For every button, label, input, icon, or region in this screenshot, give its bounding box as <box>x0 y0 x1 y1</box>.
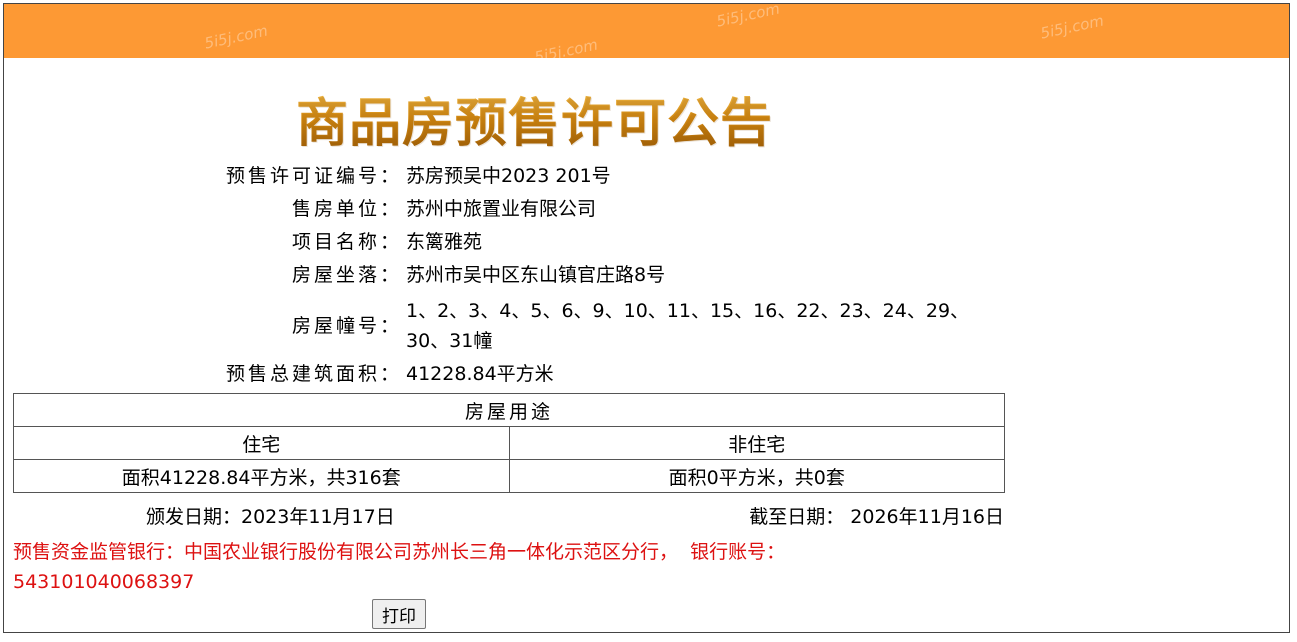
usage-table: 房屋用途 住宅 非住宅 面积41228.84平方米，共316套 面积0平方米，共… <box>13 393 1005 493</box>
watermark: 5i5j.com <box>202 21 270 53</box>
expire-date: 截至日期： 2026年11月16日 <box>749 506 1004 528</box>
bank-account: 543101040068397 <box>13 571 195 593</box>
issue-date: 颁发日期：2023年11月17日 <box>146 506 395 528</box>
column-residential: 住宅 <box>13 426 510 460</box>
buildings-label: 房屋幢号： <box>291 315 402 337</box>
buildings-row: 房屋幢号： 1、2、3、4、5、6、9、10、11、15、16、22、23、24… <box>4 296 1004 356</box>
bank-account-label: 银行账号： <box>678 541 786 563</box>
bank-info: 预售资金监管银行：中国农业银行股份有限公司苏州长三角一体化示范区分行， 银行账号… <box>13 537 883 597</box>
area-value: 41228.84平方米 <box>406 363 554 385</box>
location-value: 苏州市吴中区东山镇官庄路8号 <box>406 264 666 286</box>
seller-row: 售房单位： 苏州中旅置业有限公司 <box>4 197 1004 221</box>
column-non-residential: 非住宅 <box>508 426 1005 460</box>
project-row: 项目名称： 东篱雅苑 <box>4 230 1004 254</box>
print-button[interactable]: 打印 <box>372 599 426 629</box>
usage-header: 房屋用途 <box>13 393 1005 427</box>
notice-frame: 5i5j.com 5i5j.com 5i5j.com 5i5j.com 商品房预… <box>3 3 1290 633</box>
watermark: 5i5j.com <box>714 4 782 31</box>
watermark: 5i5j.com <box>532 35 600 58</box>
top-banner: 5i5j.com 5i5j.com 5i5j.com 5i5j.com <box>4 4 1289 58</box>
permit-label: 预售许可证编号： <box>225 165 402 187</box>
location-row: 房屋坐落： 苏州市吴中区东山镇官庄路8号 <box>4 263 1004 287</box>
bank-name: 中国农业银行股份有限公司苏州长三角一体化示范区分行， <box>184 541 679 563</box>
project-label: 项目名称： <box>291 231 402 253</box>
permit-value: 苏房预吴中2023 201号 <box>406 165 611 187</box>
value-residential: 面积41228.84平方米，共316套 <box>13 459 510 493</box>
seller-label: 售房单位： <box>291 198 402 220</box>
dates-row: 颁发日期：2023年11月17日 截至日期： 2026年11月16日 <box>4 502 1004 528</box>
buildings-value: 1、2、3、4、5、6、9、10、11、15、16、22、23、24、29、30… <box>406 300 970 352</box>
area-label: 预售总建筑面积： <box>225 363 402 385</box>
bank-label: 预售资金监管银行： <box>13 541 185 563</box>
permit-row: 预售许可证编号： 苏房预吴中2023 201号 <box>4 164 1004 188</box>
permit-info: 预售许可证编号： 苏房预吴中2023 201号 售房单位： 苏州中旅置业有限公司… <box>4 164 1004 395</box>
seller-value: 苏州中旅置业有限公司 <box>406 198 597 220</box>
usage-values-row: 面积41228.84平方米，共316套 面积0平方米，共0套 <box>13 459 1005 493</box>
usage-columns-row: 住宅 非住宅 <box>13 426 1005 460</box>
value-non-residential: 面积0平方米，共0套 <box>508 459 1005 493</box>
usage-header-row: 房屋用途 <box>13 393 1005 427</box>
project-value: 东篱雅苑 <box>406 231 483 253</box>
watermark: 5i5j.com <box>1038 11 1106 43</box>
area-row: 预售总建筑面积： 41228.84平方米 <box>4 362 1004 386</box>
page-title: 商品房预售许可公告 <box>296 81 773 156</box>
location-label: 房屋坐落： <box>291 264 402 286</box>
